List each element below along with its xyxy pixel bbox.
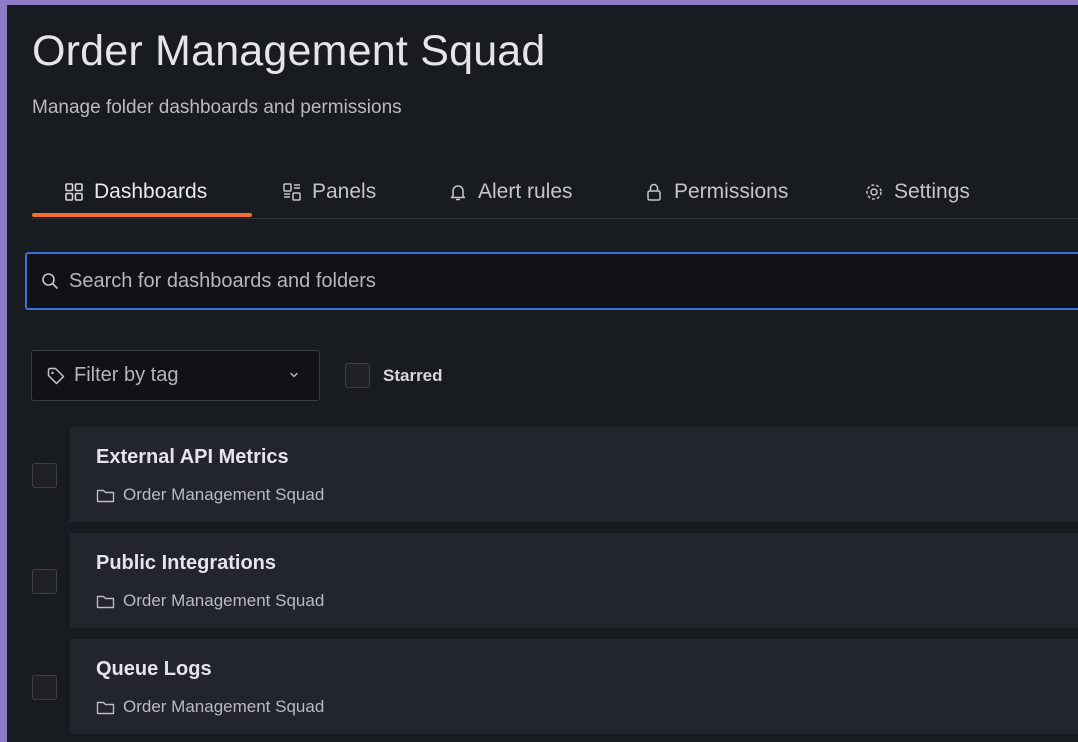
dashboard-title: Public Integrations [96, 552, 277, 574]
starred-label: Starred [383, 365, 443, 385]
dashboard-card[interactable]: External API Metrics Order Management Sq… [70, 427, 1078, 522]
tab-settings[interactable]: Settings [864, 173, 970, 211]
tab-dashboards[interactable]: Dashboards [64, 173, 207, 211]
tag-icon [47, 367, 65, 384]
folder-icon [96, 489, 115, 502]
row-checkbox[interactable] [32, 569, 57, 594]
search-input[interactable] [67, 268, 971, 294]
tab-label: Permissions [674, 180, 789, 203]
tab-label: Dashboards [94, 180, 208, 203]
tab-panels[interactable]: Panels [282, 173, 376, 211]
folder-icon [96, 595, 115, 608]
folder-name: Order Management Squad [123, 591, 325, 610]
dashboard-title: External API Metrics [96, 446, 289, 468]
bell-icon [450, 185, 466, 201]
tag-filter-placeholder: Filter by tag [74, 364, 179, 386]
folder-tabs: Dashboards Panels Alert rules Permission… [32, 165, 1078, 219]
page-subtitle: Manage folder dashboards and permissions [32, 97, 402, 118]
tab-label: Settings [894, 180, 970, 203]
row-checkbox[interactable] [32, 463, 57, 488]
starred-filter[interactable]: Starred [345, 363, 443, 388]
chevron-down-icon [290, 372, 298, 378]
dashboard-title: Queue Logs [96, 658, 212, 680]
dashboard-card[interactable]: Queue Logs Order Management Squad [70, 639, 1078, 734]
dashboard-folder: Order Management Squad [96, 485, 324, 505]
tab-label: Alert rules [478, 180, 573, 203]
lock-icon [647, 183, 661, 201]
cog-icon [866, 184, 882, 200]
search-icon [42, 273, 58, 289]
tab-alert-rules[interactable]: Alert rules [448, 173, 573, 211]
library-panel-icon [283, 183, 301, 201]
row-checkbox[interactable] [32, 675, 57, 700]
folder-name: Order Management Squad [123, 485, 325, 504]
search-box[interactable] [25, 252, 1078, 310]
page-title: Order Management Squad [32, 27, 546, 75]
dashboard-folder: Order Management Squad [96, 697, 324, 717]
starred-checkbox[interactable] [345, 363, 370, 388]
folder-page: Order Management Squad Manage folder das… [7, 5, 1078, 742]
apps-icon [65, 183, 83, 201]
tab-label: Panels [312, 180, 377, 203]
dashboard-card[interactable]: Public Integrations Order Management Squ… [70, 533, 1078, 628]
folder-name: Order Management Squad [123, 697, 325, 716]
tag-filter-select[interactable]: Filter by tag [31, 350, 320, 401]
folder-icon [96, 701, 115, 714]
dashboard-folder: Order Management Squad [96, 591, 324, 611]
tab-permissions[interactable]: Permissions [644, 173, 788, 211]
active-tab-indicator [32, 213, 252, 217]
